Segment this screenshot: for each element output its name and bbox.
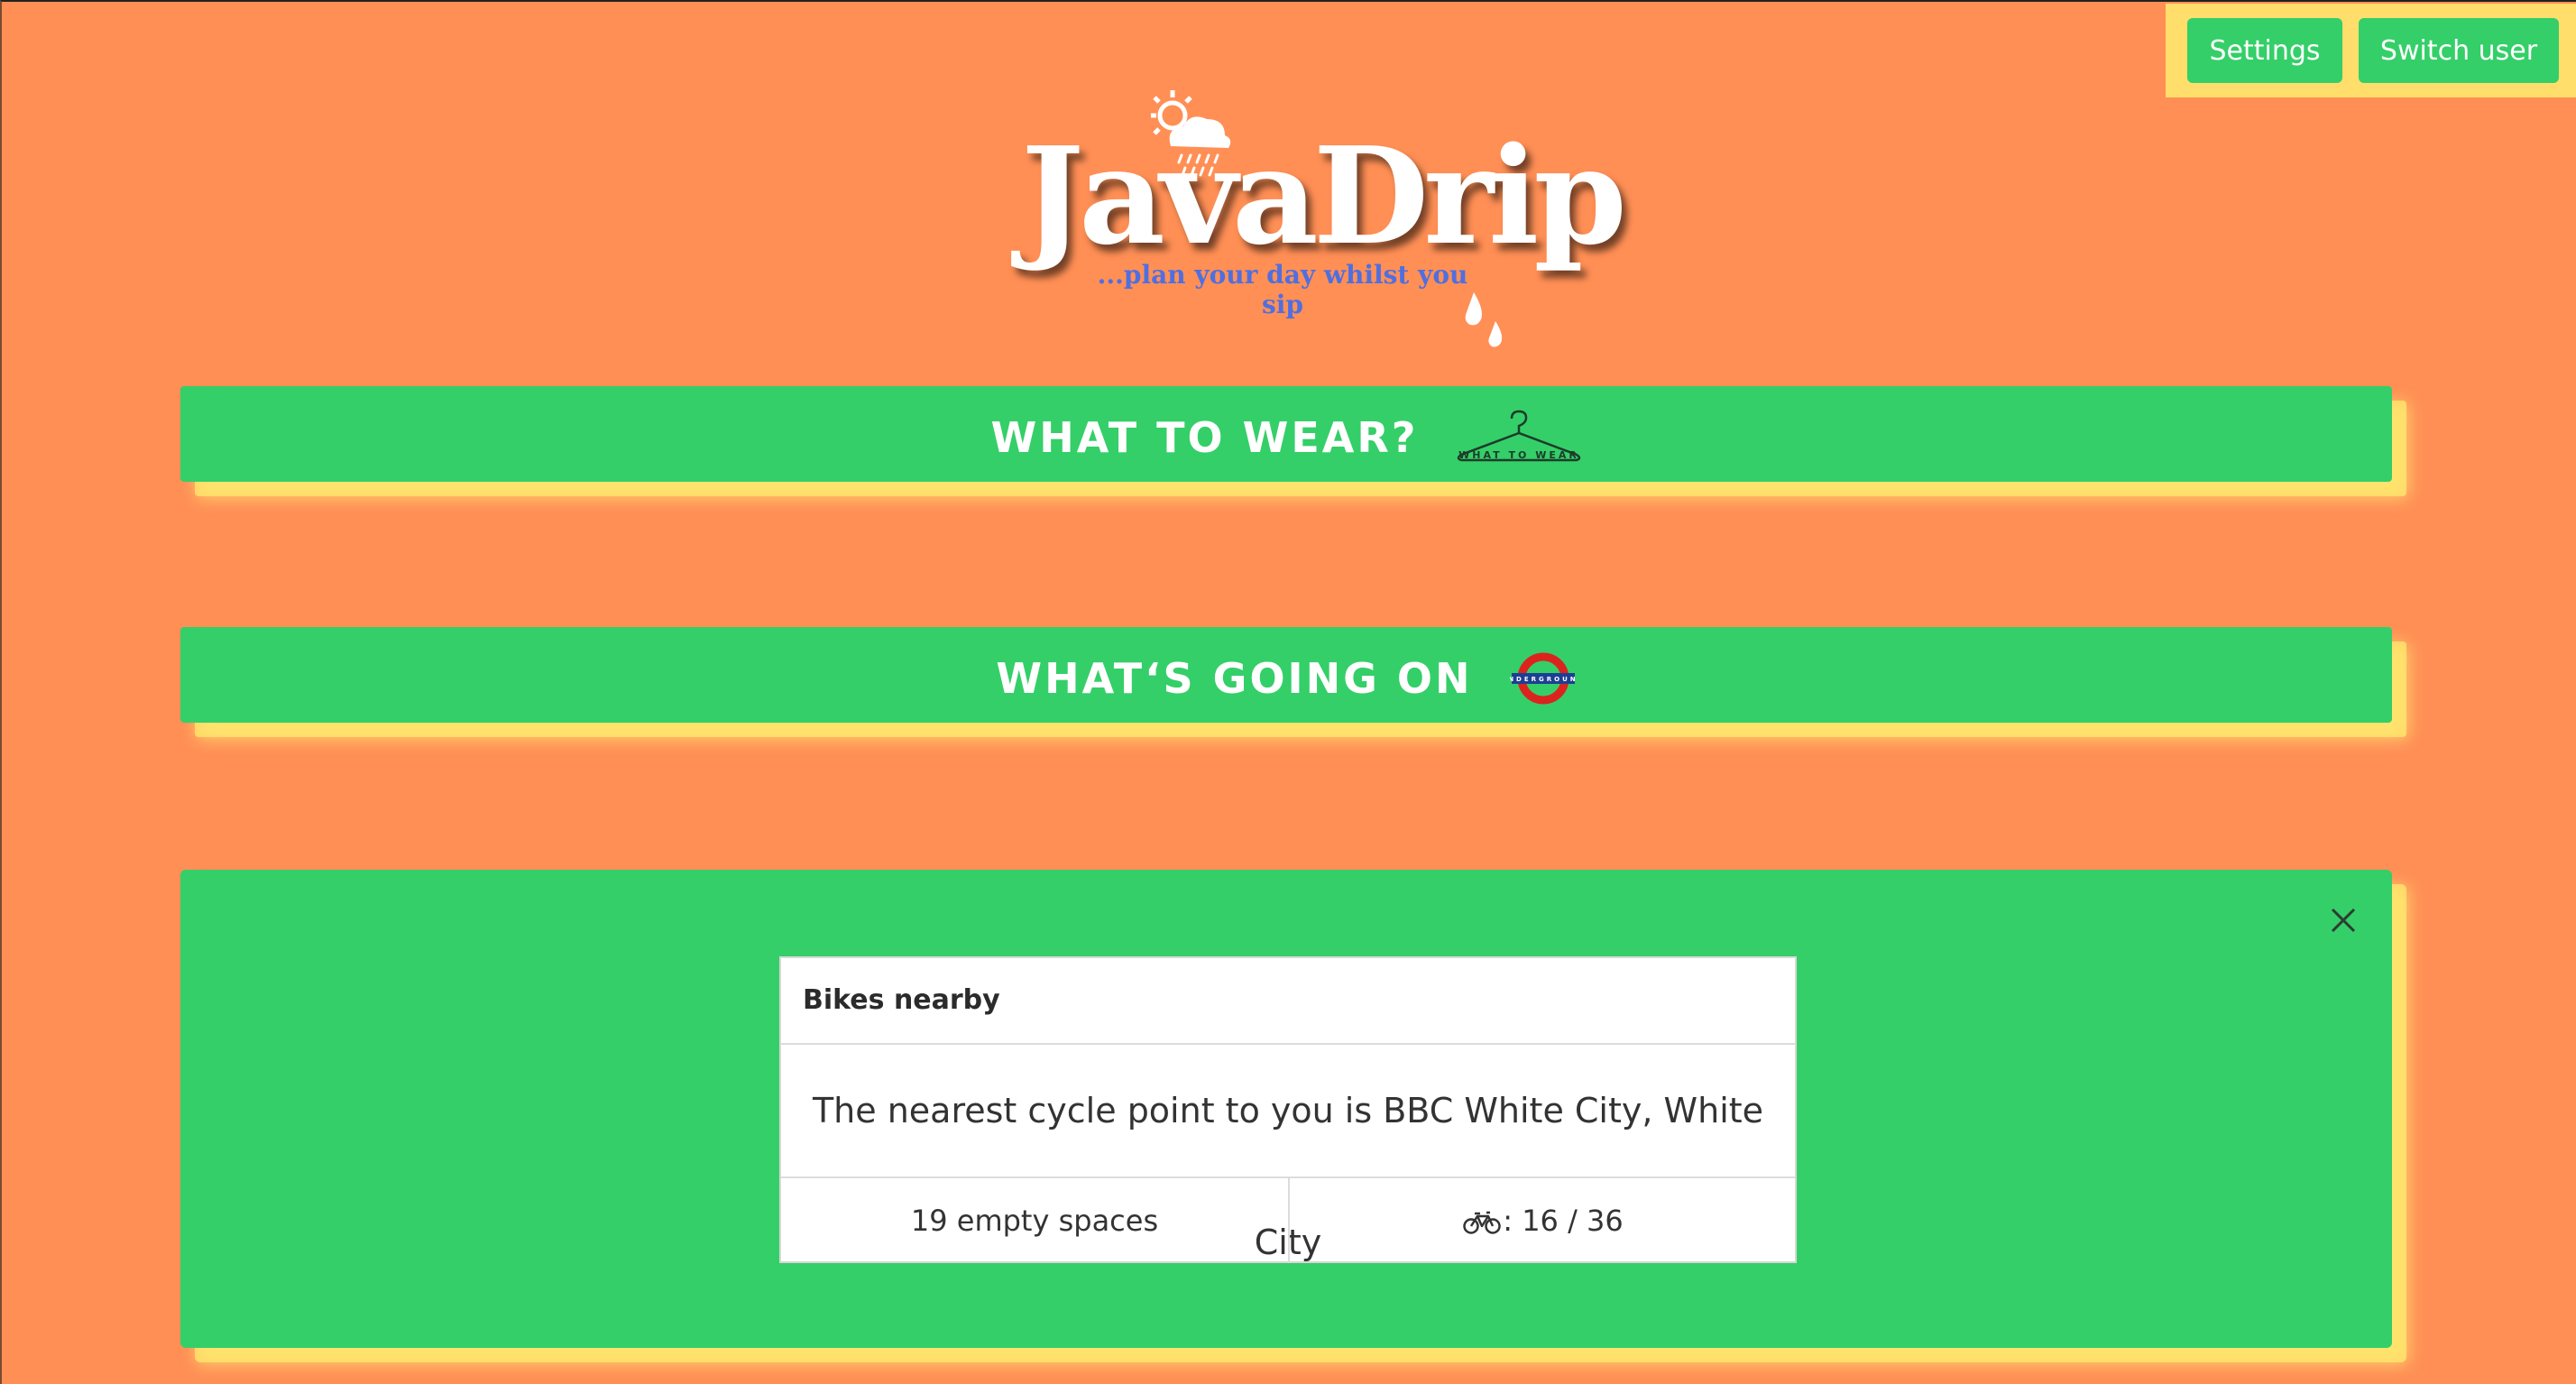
water-drops-icon [1465, 292, 1503, 347]
underground-roundel-icon: UNDERGROUND [1510, 652, 1577, 704]
bikes-available-cell: : 16 / 36 [1290, 1178, 1797, 1263]
bikes-panel: Bikes nearby The nearest cycle point to … [180, 870, 2392, 1348]
clothes-hanger-icon: WHAT TO WEAR [1457, 410, 1580, 461]
switch-user-button[interactable]: Switch user [2359, 18, 2559, 83]
settings-button[interactable]: Settings [2187, 18, 2342, 83]
nearest-cycle-point-text: The nearest cycle point to you is BBC Wh… [812, 1091, 1764, 1262]
what-to-wear-header: What to wear? WHAT TO WEAR [180, 386, 2392, 482]
bikes-available-count: : 16 / 36 [1503, 1204, 1624, 1238]
bikes-card-footer: 19 empty spaces : 16 / 36 [781, 1176, 1795, 1263]
bikes-card: Bikes nearby The nearest cycle point to … [779, 956, 1797, 1263]
app-tagline: ...plan your day whilst you sip [1097, 260, 1468, 319]
hanger-text: WHAT TO WEAR [1458, 449, 1579, 461]
close-icon[interactable] [2325, 902, 2361, 938]
roundel-text: UNDERGROUND [1510, 676, 1577, 683]
user-controls-bar: Settings Switch user [2166, 4, 2576, 97]
what-to-wear-label: What to wear? [990, 412, 1419, 462]
what-to-wear-section[interactable]: What to wear? WHAT TO WEAR [180, 386, 2392, 482]
logo: JavaDrip ...plan your day whilst you sip [1021, 83, 1627, 363]
page: Settings Switch user JavaDrip ...plan yo… [0, 0, 2576, 1384]
bicycle-icon [1463, 1211, 1501, 1234]
whats-going-on-header: What‘s going on UNDERGROUND [180, 627, 2392, 723]
whats-going-on-label: What‘s going on [996, 653, 1473, 703]
bikes-card-header: Bikes nearby [781, 958, 1795, 1045]
empty-spaces-count: 19 empty spaces [781, 1178, 1290, 1263]
app-title: JavaDrip [1021, 117, 1627, 274]
whats-going-on-section[interactable]: What‘s going on UNDERGROUND [180, 627, 2392, 723]
